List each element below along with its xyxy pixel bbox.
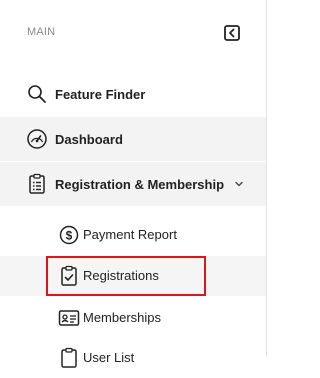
sidebar-item-registration-membership[interactable]: Registration & Membership: [0, 162, 266, 206]
svg-text:$: $: [66, 229, 73, 243]
sidebar-subitem-label: Registrations: [83, 268, 159, 283]
sidebar-subitem-user-list[interactable]: User List: [0, 338, 266, 378]
sidebar-item-label: Registration & Membership: [55, 176, 225, 192]
sidebar-item-label: Dashboard: [55, 131, 123, 147]
sidebar-subitem-memberships[interactable]: Memberships: [0, 298, 266, 338]
chevron-down-icon[interactable]: [233, 178, 245, 190]
clipboard-list-icon: [26, 173, 48, 195]
sidebar-subitem-registrations[interactable]: Registrations: [0, 256, 266, 296]
clipboard-check-icon: [58, 265, 80, 287]
sidebar-subitem-label: User List: [83, 350, 135, 365]
clipboard-user-icon: [58, 347, 80, 369]
section-label-main: MAIN: [27, 26, 56, 38]
id-card-icon: [58, 307, 80, 329]
sidebar-subitem-label: Payment Report: [83, 227, 177, 242]
dashboard-gauge-icon: [26, 128, 48, 150]
dollar-circle-icon: $: [58, 224, 80, 246]
sidebar-subitem-payment-report[interactable]: $ Payment Report: [0, 215, 266, 255]
collapse-sidebar-button[interactable]: [223, 24, 241, 42]
search-icon: [26, 83, 48, 105]
sidebar-item-feature-finder[interactable]: Feature Finder: [0, 74, 266, 114]
collapse-left-icon: [224, 25, 240, 41]
sidebar-item-dashboard[interactable]: Dashboard: [0, 117, 266, 161]
sidebar-subitem-label: Memberships: [83, 310, 162, 325]
sidebar: MAIN Feature Finder Dashboard Registrati…: [0, 0, 267, 368]
sidebar-item-label: Feature Finder: [55, 86, 146, 102]
